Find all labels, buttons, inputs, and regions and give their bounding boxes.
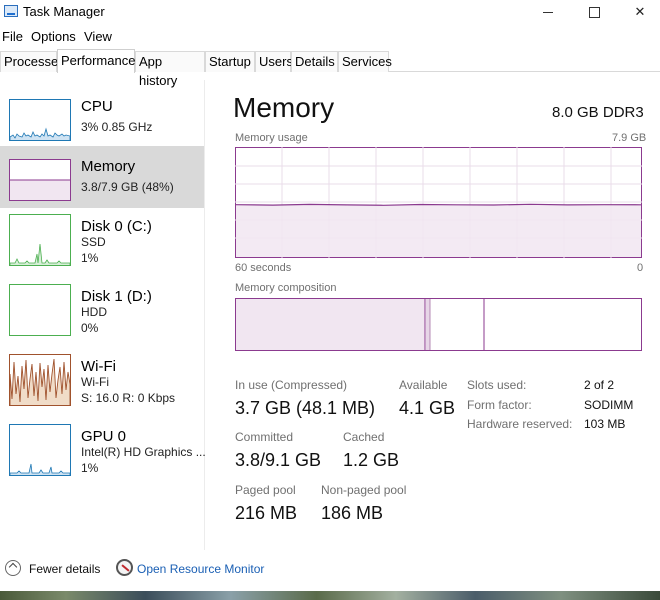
sidebar-item-detail: SSD <box>81 235 106 249</box>
paged-pool-value: 216 MB <box>235 503 298 523</box>
sidebar-item-title: GPU 0 <box>81 428 127 445</box>
available-value: 4.1 GB <box>399 398 456 418</box>
sidebar-item-memory[interactable]: Memory 3.8/7.9 GB (48%) <box>0 146 204 208</box>
non-paged-pool-value: 186 MB <box>321 503 384 523</box>
sidebar-item-usage: 1% <box>81 461 99 475</box>
menu-view[interactable]: View <box>84 29 112 44</box>
slots-used-label: Slots used: <box>467 378 527 392</box>
hardware-reserved-value: 103 MB <box>584 417 626 431</box>
page-title: Memory <box>233 92 335 123</box>
disk1-thumbnail-graph <box>9 284 71 336</box>
sidebar-item-detail: Wi-Fi <box>81 375 109 389</box>
open-resource-monitor-link[interactable]: Open Resource Monitor <box>137 562 264 576</box>
tab-bar: Processes Performance App history Startu… <box>0 49 660 88</box>
cached-value: 1.2 GB <box>343 450 400 470</box>
minimize-button[interactable] <box>526 0 570 24</box>
memory-thumbnail-graph <box>9 159 71 201</box>
available-label: Available <box>399 378 448 392</box>
committed-label: Committed <box>235 430 294 444</box>
non-paged-pool-label: Non-paged pool <box>321 483 407 497</box>
task-manager-icon <box>4 5 18 17</box>
composition-label: Memory composition <box>235 282 337 294</box>
close-button[interactable]: ✕ <box>618 0 660 24</box>
sidebar-item-detail: HDD <box>81 305 107 319</box>
hardware-reserved-label: Hardware reserved: <box>467 417 573 431</box>
paged-pool-label: Paged pool <box>235 483 296 497</box>
tab-processes[interactable]: Processes <box>0 51 65 72</box>
sidebar-item-title: Disk 1 (D:) <box>81 288 152 305</box>
sidebar-item-detail: 3% 0.85 GHz <box>81 120 153 134</box>
disk0-thumbnail-graph <box>9 214 71 266</box>
sidebar-item-throughput: S: 16.0 R: 0 Kbps <box>81 391 176 405</box>
sidebar-item-detail: 3.8/7.9 GB (48%) <box>81 180 174 194</box>
memory-usage-graph <box>235 147 642 258</box>
tab-users[interactable]: Users <box>255 51 293 72</box>
sidebar-item-gpu-0[interactable]: GPU 0 Intel(R) HD Graphics ... 1% <box>0 416 206 478</box>
sidebar-item-disk-1[interactable]: Disk 1 (D:) HDD 0% <box>0 276 204 338</box>
tab-app-history[interactable]: App history <box>135 51 205 88</box>
chevron-up-icon[interactable] <box>5 560 21 576</box>
gpu-thumbnail-graph <box>9 424 71 476</box>
time-axis-end: 0 <box>637 262 644 274</box>
sidebar-item-title: CPU <box>81 98 113 115</box>
usage-graph-label: Memory usage <box>235 132 308 144</box>
sidebar-item-cpu[interactable]: CPU 3% 0.85 GHz <box>0 86 204 148</box>
sidebar-item-title: Disk 0 (C:) <box>81 218 152 235</box>
form-factor-label: Form factor: <box>467 398 532 412</box>
tab-details[interactable]: Details <box>291 51 338 72</box>
sidebar-item-detail: Intel(R) HD Graphics ... <box>81 445 206 459</box>
fewer-details-button[interactable]: Fewer details <box>29 562 100 576</box>
time-axis-start: 60 seconds <box>235 262 292 274</box>
form-factor-value: SODIMM <box>584 398 634 412</box>
sidebar-item-title: Memory <box>81 158 136 175</box>
sidebar-item-wifi[interactable]: Wi-Fi Wi-Fi S: 16.0 R: 0 Kbps <box>0 346 204 408</box>
menu-bar: File Options View <box>0 26 660 48</box>
maximize-button[interactable] <box>572 0 616 24</box>
sidebar-item-usage: 0% <box>81 321 99 335</box>
resource-monitor-icon[interactable] <box>116 559 133 576</box>
sidebar-item-usage: 1% <box>81 251 99 265</box>
memory-composition-bar <box>235 298 642 351</box>
desktop-wallpaper-strip <box>0 591 660 600</box>
wifi-thumbnail-graph <box>9 354 71 406</box>
in-use-label: In use (Compressed) <box>235 378 348 392</box>
cached-label: Cached <box>343 430 385 444</box>
in-use-value: 3.7 GB (48.1 MB) <box>235 398 376 418</box>
tab-performance[interactable]: Performance <box>57 49 135 73</box>
menu-options[interactable]: Options <box>31 29 76 44</box>
sidebar-item-disk-0[interactable]: Disk 0 (C:) SSD 1% <box>0 206 204 268</box>
menu-file[interactable]: File <box>2 29 23 44</box>
window-title: Task Manager <box>23 4 105 19</box>
tab-services[interactable]: Services <box>338 51 392 72</box>
footer-bar: Fewer details Open Resource Monitor <box>0 555 660 585</box>
committed-value: 3.8/9.1 GB <box>235 450 322 470</box>
tab-startup[interactable]: Startup <box>205 51 255 72</box>
cpu-thumbnail-graph <box>9 99 71 141</box>
performance-sidebar: CPU 3% 0.85 GHz Memory 3.8/7.9 GB (48%) … <box>0 80 206 550</box>
slots-used-value: 2 of 2 <box>584 378 615 392</box>
sidebar-item-title: Wi-Fi <box>81 358 116 375</box>
usage-graph-max: 7.9 GB <box>612 132 647 144</box>
memory-spec: 8.0 GB DDR3 <box>552 104 644 121</box>
title-bar[interactable]: Task Manager ✕ <box>0 0 660 26</box>
